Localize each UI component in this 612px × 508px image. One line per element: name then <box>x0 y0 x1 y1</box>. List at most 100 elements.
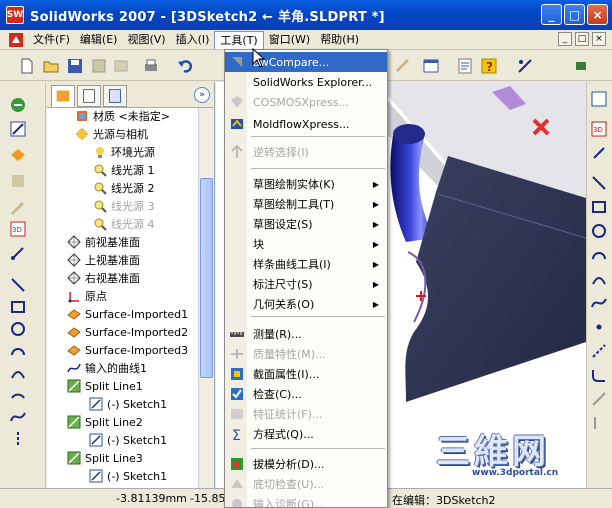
smart-dimension-icon[interactable] <box>516 57 534 75</box>
line-right-icon[interactable] <box>590 174 608 192</box>
circle-right-icon[interactable] <box>590 222 608 240</box>
tree-item[interactable]: Surface-Imported2 <box>67 323 188 341</box>
point-icon[interactable] <box>9 430 27 448</box>
help-icon[interactable]: ? <box>480 57 498 75</box>
fillet-right-icon[interactable] <box>590 366 608 384</box>
tree-item[interactable]: (-) Sketch1 <box>89 431 167 449</box>
tree-item[interactable]: 输入的曲线1 <box>67 359 147 377</box>
menu-help[interactable]: 帮助(H) <box>315 31 364 49</box>
tools-menu-item[interactable]: MoldflowXpress... <box>225 114 387 134</box>
tools-menu-item[interactable]: Σ 方程式(Q)... <box>225 424 387 444</box>
three-point-arc-icon[interactable] <box>9 386 27 404</box>
rectangle-icon[interactable] <box>9 298 27 316</box>
tools-menu-item[interactable]: awCompare... <box>225 52 387 72</box>
tree-item[interactable]: 上视基准面 <box>67 251 140 269</box>
doc-restore-button[interactable]: □ <box>575 32 589 46</box>
doc-close-button[interactable]: × <box>592 32 606 46</box>
tools-menu-item[interactable]: 拔模分析(D)... <box>225 454 387 474</box>
spline-right-icon[interactable] <box>590 294 608 312</box>
3d-sketch-right-icon[interactable]: 3D <box>590 120 608 138</box>
menu-insert[interactable]: 插入(I) <box>171 31 215 49</box>
tools-menu-item[interactable]: SolidWorks Explorer... <box>225 72 387 92</box>
tangent-arc-right-icon[interactable] <box>590 270 608 288</box>
line-icon[interactable] <box>9 276 27 294</box>
surfaces-icon[interactable] <box>9 146 27 164</box>
tree-item[interactable]: 线光源 2 <box>93 179 155 197</box>
tools-menu-item[interactable]: 截面属性(I)... <box>225 364 387 384</box>
tools-menu-item[interactable]: 标注尺寸(S) ▶ <box>225 274 387 294</box>
menu-file[interactable]: 文件(F) <box>28 31 75 49</box>
maximize-button[interactable]: □ <box>564 4 585 25</box>
sketch-right-icon[interactable] <box>590 90 608 108</box>
property-manager-tab-icon[interactable] <box>77 85 101 107</box>
tools-menu-item[interactable]: 草图设定(S) ▶ <box>225 214 387 234</box>
sketch-tools-icon[interactable] <box>9 200 27 218</box>
dimension-right-icon[interactable] <box>590 144 608 162</box>
menu-edit[interactable]: 编辑(E) <box>75 31 123 49</box>
arc-right-icon[interactable] <box>590 246 608 264</box>
tree-item[interactable]: Surface-Imported1 <box>67 305 188 323</box>
save-icon[interactable] <box>66 57 84 75</box>
tree-scroll-thumb[interactable] <box>200 178 213 378</box>
options-icon[interactable] <box>112 57 130 75</box>
tree-item[interactable]: 材质 <未指定> <box>75 107 170 125</box>
centerline-right-icon[interactable] <box>590 342 608 360</box>
tree-item[interactable]: 线光源 4 <box>93 215 155 233</box>
rectangle-right-icon[interactable] <box>590 198 608 216</box>
3d-sketch-icon[interactable]: 3D <box>9 220 27 238</box>
sketch-mode-icon[interactable] <box>9 120 27 138</box>
close-button[interactable]: × <box>587 4 608 25</box>
tree-item[interactable]: 原点 <box>67 287 107 305</box>
solidworks-logo-icon[interactable] <box>8 32 24 48</box>
open-folder-icon[interactable] <box>42 57 60 75</box>
new-document-icon[interactable] <box>18 57 36 75</box>
tree-item[interactable]: 环境光源 <box>93 143 155 161</box>
tools-menu-item[interactable]: 块 ▶ <box>225 234 387 254</box>
tangent-arc-icon[interactable] <box>9 364 27 382</box>
toolbar-options-icon[interactable] <box>572 57 590 75</box>
document-properties-icon[interactable] <box>456 57 474 75</box>
tools-menu-item[interactable]: 测量(R)... <box>225 324 387 344</box>
tree-item[interactable]: 右视基准面 <box>67 269 140 287</box>
tree-item[interactable]: (-) Sketch1 <box>89 467 167 485</box>
menu-view[interactable]: 视图(V) <box>122 31 170 49</box>
features-toolbar-icon[interactable] <box>9 96 27 114</box>
trim-right-icon[interactable] <box>590 390 608 408</box>
tools-menu-item[interactable]: 几何关系(O) ▶ <box>225 294 387 314</box>
tree-item[interactable]: 线光源 1 <box>93 161 155 179</box>
tools-menu-item[interactable]: 草图绘制工具(T) ▶ <box>225 194 387 214</box>
menu-window[interactable]: 窗口(W) <box>264 31 315 49</box>
tree-item[interactable]: Split Line1 <box>67 377 143 395</box>
point-right-icon[interactable] <box>590 318 608 336</box>
tools-menu-item[interactable]: 样条曲线工具(I) ▶ <box>225 254 387 274</box>
tools-menu-item[interactable]: 检查(C)... <box>225 384 387 404</box>
solidworks-app-icon[interactable]: SW <box>6 6 24 24</box>
spline-icon[interactable] <box>9 408 27 426</box>
configuration-manager-tab-icon[interactable] <box>103 85 127 107</box>
print-preview-icon[interactable] <box>90 57 108 75</box>
tree-item[interactable]: 线光源 3 <box>93 197 155 215</box>
feature-tree-tab-icon[interactable] <box>51 85 75 107</box>
tree-item[interactable]: 光源与相机 <box>75 125 148 143</box>
imported-surface[interactable] <box>405 156 586 402</box>
sketch-toolbar-icon[interactable] <box>394 57 412 75</box>
tree-item[interactable]: 前视基准面 <box>67 233 140 251</box>
circle-icon[interactable] <box>9 320 27 338</box>
undo-icon[interactable] <box>176 57 194 75</box>
tree-expand-button[interactable]: » <box>194 87 210 103</box>
tools-menu-item[interactable]: 草图绘制实体(K) ▶ <box>225 174 387 194</box>
tree-scrollbar[interactable] <box>198 108 214 488</box>
smart-dim-left-icon[interactable] <box>9 244 27 262</box>
tree-item[interactable]: Split Line2 <box>67 413 143 431</box>
tree-item[interactable]: (-) Sketch1 <box>89 395 167 413</box>
centerpoint-arc-icon[interactable] <box>9 342 27 360</box>
doc-minimize-button[interactable]: _ <box>558 32 572 46</box>
tree-item[interactable]: Split Line3 <box>67 449 143 467</box>
menu-tools[interactable]: 工具(T) <box>214 30 264 49</box>
convert-right-icon[interactable] <box>590 414 608 432</box>
minimize-button[interactable]: _ <box>541 4 562 25</box>
print-icon[interactable] <box>142 57 160 75</box>
curves-icon[interactable] <box>9 172 27 190</box>
tree-item[interactable]: Surface-Imported3 <box>67 341 188 359</box>
view-layout-icon[interactable] <box>422 57 440 75</box>
